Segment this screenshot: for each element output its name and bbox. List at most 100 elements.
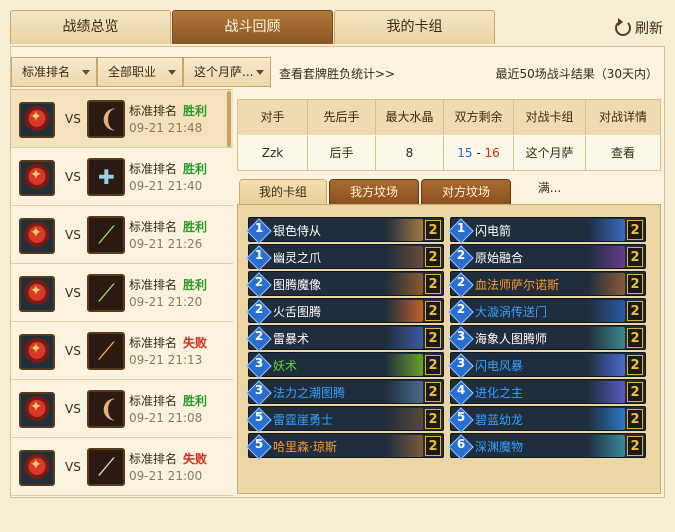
- match-mode: 标准排名: [129, 220, 178, 234]
- match-row[interactable]: VS 标准排名 胜利 09-21 21:26: [11, 206, 233, 264]
- shaman-hero-icon: [19, 450, 55, 486]
- card-cost: 1: [456, 221, 466, 235]
- card-row[interactable]: 2 火舌图腾 2: [248, 298, 444, 323]
- card-count-value: 2: [630, 331, 640, 346]
- tab-overview[interactable]: 战绩总览: [10, 10, 171, 44]
- mode-dropdown[interactable]: 标准排名: [11, 57, 97, 87]
- card-row[interactable]: 5 哈里森·琼斯 2: [248, 433, 444, 458]
- card-name: 原始融合: [475, 251, 524, 265]
- refresh-button[interactable]: 刷新: [615, 18, 663, 38]
- tab-my-deck[interactable]: 我的卡组: [239, 179, 327, 205]
- card-name: 妖术: [273, 359, 298, 373]
- match-result: 胜利: [183, 220, 208, 234]
- card-row[interactable]: 5 雷霆崖勇士 2: [248, 406, 444, 431]
- match-row[interactable]: VS 标准排名 胜利 09-21 21:08: [11, 380, 233, 438]
- vs-label: VS: [65, 286, 81, 300]
- vs-label: VS: [65, 344, 81, 358]
- match-list-scrollbar[interactable]: [227, 91, 231, 147]
- match-row[interactable]: VS 标准排名 失败 09-21 21:13: [11, 322, 233, 380]
- card-name: 深渊魔物: [475, 440, 524, 454]
- card-cost: 5: [254, 410, 264, 424]
- card-cost: 2: [254, 302, 264, 316]
- card-count-value: 2: [428, 304, 438, 319]
- card-count-value: 2: [630, 277, 640, 292]
- match-mode: 标准排名: [129, 162, 178, 176]
- card-art: [587, 435, 625, 457]
- class-dropdown[interactable]: 全部职业: [97, 57, 183, 87]
- match-time: 09-21 21:00: [129, 469, 203, 483]
- shaman-hero-icon: [19, 218, 55, 254]
- match-result: 失败: [183, 336, 208, 350]
- tab-my-decks[interactable]: 我的卡组: [334, 10, 495, 44]
- card-row[interactable]: 1 银色侍从 2: [248, 217, 444, 242]
- match-row[interactable]: VS 标准排名 胜利 09-21 21:40: [11, 148, 233, 206]
- remaining-sep: -: [472, 146, 485, 160]
- card-row[interactable]: 1 幽灵之爪 2: [248, 244, 444, 269]
- header-turn: 先后手: [308, 100, 376, 135]
- card-count-value: 2: [428, 250, 438, 265]
- vs-label: VS: [65, 460, 81, 474]
- match-list: VS 标准排名 胜利 09-21 21:48 VS 标准排名 胜利 09-21 …: [11, 89, 233, 497]
- card-count-value: 2: [428, 223, 438, 238]
- card-count: 2: [425, 220, 441, 240]
- match-time: 09-21 21:26: [129, 237, 203, 251]
- card-row[interactable]: 2 原始融合 2: [450, 244, 646, 269]
- card-count: 2: [425, 409, 441, 429]
- card-count-value: 2: [630, 250, 640, 265]
- shaman-hero-icon: [19, 334, 55, 370]
- card-art: [587, 300, 625, 322]
- opponent-deck: 这个月萨满...: [514, 136, 586, 195]
- tab-battle-review[interactable]: 战斗回顾: [172, 10, 333, 44]
- card-cost: 1: [254, 221, 264, 235]
- card-row[interactable]: 5 碧蓝幼龙 2: [450, 406, 646, 431]
- card-count: 2: [627, 247, 643, 267]
- card-row[interactable]: 3 闪电风暴 2: [450, 352, 646, 377]
- shaman-hero-icon: [19, 276, 55, 312]
- remaining-mine: 15: [457, 146, 473, 160]
- deck-stats-link[interactable]: 查看套牌胜负统计>>: [279, 65, 395, 82]
- card-count: 2: [425, 436, 441, 456]
- card-count: 2: [627, 436, 643, 456]
- card-art: [385, 246, 423, 268]
- card-row[interactable]: 3 海象人图腾师 2: [450, 325, 646, 350]
- tab-my-graveyard[interactable]: 我方坟场: [329, 179, 419, 205]
- card-row[interactable]: 1 闪电箭 2: [450, 217, 646, 242]
- card-cost: 3: [254, 383, 264, 397]
- card-name: 大漩涡传送门: [475, 305, 548, 319]
- card-count: 2: [425, 274, 441, 294]
- header-max-mana: 最大水晶: [376, 100, 444, 135]
- card-row[interactable]: 6 深渊魔物 2: [450, 433, 646, 458]
- card-row[interactable]: 2 雷暴术 2: [248, 325, 444, 350]
- card-row[interactable]: 2 大漩涡传送门 2: [450, 298, 646, 323]
- match-time: 09-21 21:20: [129, 295, 203, 309]
- deck-dropdown[interactable]: 这个月萨...: [183, 57, 271, 87]
- card-name: 雷暴术: [273, 332, 310, 346]
- card-art: [385, 327, 423, 349]
- card-row[interactable]: 4 进化之主 2: [450, 379, 646, 404]
- card-row[interactable]: 3 法力之潮图腾 2: [248, 379, 444, 404]
- card-name: 雷霆崖勇士: [273, 413, 334, 427]
- match-row[interactable]: VS 标准排名 胜利 09-21 21:48: [11, 90, 233, 148]
- card-count-value: 2: [428, 331, 438, 346]
- view-detail-link[interactable]: 查看: [586, 136, 660, 171]
- header-detail: 对战详情: [598, 110, 647, 124]
- table-header-row: 对手 先后手 最大水晶 双方剩余 对战卡组 对战详情: [238, 100, 660, 135]
- match-row[interactable]: VS 标准排名 失败 09-21 21:00: [11, 438, 233, 496]
- card-art: [385, 354, 423, 376]
- match-row[interactable]: VS 标准排名 胜利 09-21 21:20: [11, 264, 233, 322]
- card-count-value: 2: [630, 223, 640, 238]
- match-mode: 标准排名: [129, 452, 178, 466]
- card-row[interactable]: 3 妖术 2: [248, 352, 444, 377]
- match-summary-table: 对手 先后手 最大水晶 双方剩余 对战卡组 对战详情 Zzk 后手 8 15 -…: [237, 99, 661, 195]
- card-name: 幽灵之爪: [273, 251, 322, 265]
- shaman-hero-icon: [19, 102, 55, 138]
- shaman-hero-icon: [19, 392, 55, 428]
- match-result: 胜利: [183, 278, 208, 292]
- tab-opponent-graveyard[interactable]: 对方坟场: [421, 179, 511, 205]
- remaining-theirs: 16: [484, 146, 500, 160]
- opponent-weapon-icon: [87, 274, 125, 312]
- opponent-weapon-icon: [87, 332, 125, 370]
- card-row[interactable]: 2 血法师萨尔诺斯 2: [450, 271, 646, 296]
- card-row[interactable]: 2 图腾魔像 2: [248, 271, 444, 296]
- card-cost: 2: [456, 275, 466, 289]
